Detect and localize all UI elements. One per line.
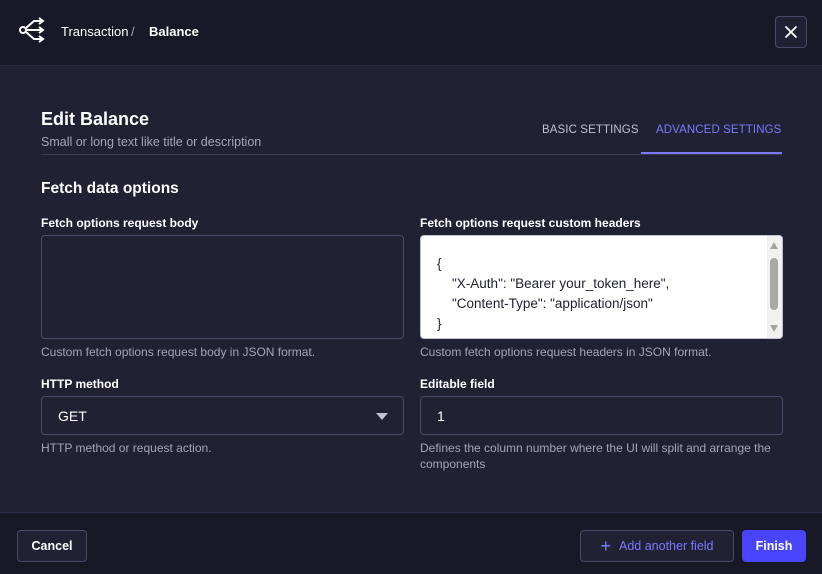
tab-basic-settings[interactable]: BASIC SETTINGS [542,123,639,137]
tabs-divider [41,154,782,155]
plus-icon: + [600,536,611,556]
http-method-select[interactable]: GET [41,396,404,435]
cancel-button[interactable]: Cancel [17,530,87,562]
share-icon [19,17,45,43]
body-help: Custom fetch options request body in JSO… [41,345,316,359]
editable-label: Editable field [420,377,495,391]
breadcrumb-transaction[interactable]: Transaction [61,24,128,40]
tab-advanced-settings[interactable]: ADVANCED SETTINGS [656,123,781,137]
scroll-up-icon[interactable] [770,242,778,249]
breadcrumb-separator: / [131,24,135,39]
method-help: HTTP method or request action. [41,441,212,455]
editable-field-input[interactable]: 1 [420,396,783,435]
caret-down-icon [376,413,388,420]
method-label: HTTP method [41,377,119,391]
finish-button[interactable]: Finish [742,530,806,562]
scroll-thumb[interactable] [770,258,778,310]
close-icon [785,26,797,38]
custom-headers-value: { "X-Auth": "Bearer your_token_here", "C… [437,256,670,331]
editable-field-value: 1 [437,408,445,424]
headers-label: Fetch options request custom headers [420,216,641,230]
modal-header: Transaction / Balance [0,0,822,66]
close-button[interactable] [775,16,807,48]
request-body-textarea[interactable] [41,235,404,339]
custom-headers-textarea[interactable]: { "X-Auth": "Bearer your_token_here", "C… [420,235,783,339]
body-label: Fetch options request body [41,216,199,230]
section-title: Fetch data options [41,180,179,197]
scroll-down-icon[interactable] [770,325,778,332]
modal-footer: Cancel + Add another field Finish [0,512,822,574]
page-subtitle: Small or long text like title or descrip… [41,135,262,149]
http-method-value: GET [58,408,87,424]
add-another-field-button[interactable]: + Add another field [580,530,734,562]
scrollbar[interactable] [767,236,782,338]
add-another-field-label: Add another field [619,539,714,553]
page-title: Edit Balance [41,109,150,129]
headers-help: Custom fetch options request headers in … [420,345,712,359]
editable-help: Defines the column number where the UI w… [420,441,771,471]
breadcrumb-balance: Balance [149,24,199,39]
active-tab-indicator [641,152,782,154]
